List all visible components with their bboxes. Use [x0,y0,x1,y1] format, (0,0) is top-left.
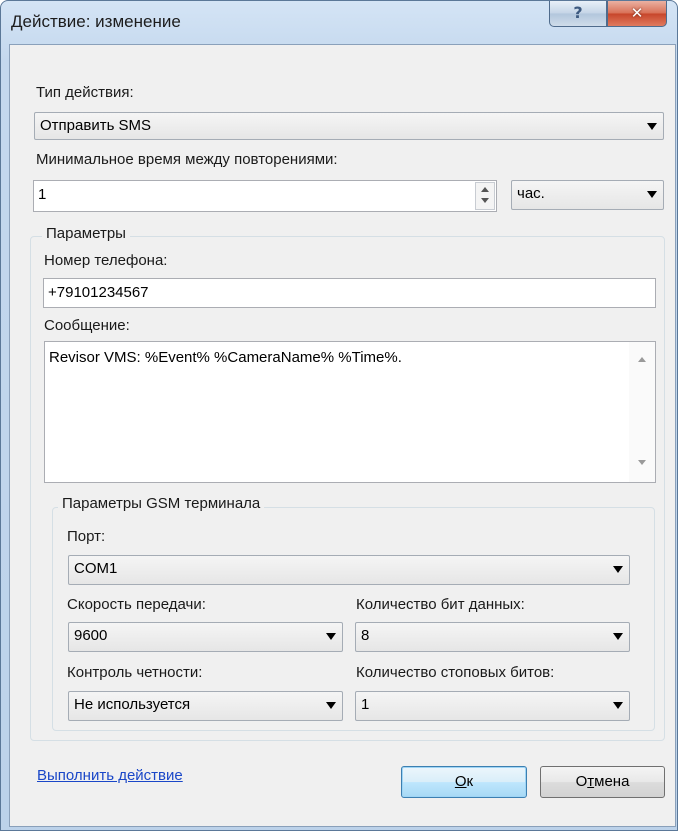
scroll-down-icon[interactable] [638,460,646,465]
parity-value: Не используется [74,696,191,713]
chevron-down-icon [647,191,657,198]
interval-unit-select[interactable]: час. [511,180,664,210]
chevron-down-icon [613,633,623,640]
ok-button[interactable]: Ок [401,766,527,798]
close-icon: ✕ [630,4,644,22]
spin-down-icon[interactable] [481,198,489,203]
interval-unit-value: час. [517,185,545,202]
parity-select[interactable]: Не используется [68,691,343,721]
data-bits-label: Количество бит данных: [356,596,525,613]
baud-label: Скорость передачи: [67,596,206,613]
port-label: Порт: [67,528,106,545]
baud-value: 9600 [74,627,108,644]
message-scrollbar[interactable] [629,342,655,482]
stop-bits-label: Количество стоповых битов: [356,664,555,681]
message-value: Revisor VMS: %Event% %CameraName% %Time%… [49,349,402,366]
chevron-down-icon [613,566,623,573]
baud-select[interactable]: 9600 [68,622,343,652]
title-bar[interactable]: Действие: изменение ? ✕ [1,1,677,45]
min-interval-input[interactable]: 1 [33,180,497,212]
chevron-down-icon [326,633,336,640]
port-select[interactable]: COM1 [68,555,630,585]
chevron-down-icon [647,123,657,130]
min-interval-spinner[interactable] [475,182,495,210]
message-label: Сообщение: [44,317,130,334]
params-legend: Параметры [42,225,130,242]
data-bits-select[interactable]: 8 [355,622,630,652]
min-interval-label: Минимальное время между повторениями: [36,151,338,168]
ok-label-mnemonic: О [454,773,467,790]
stop-bits-select[interactable]: 1 [355,691,630,721]
phone-label: Номер телефона: [44,252,168,269]
close-button[interactable]: ✕ [607,1,667,27]
window-title: Действие: изменение [11,12,181,31]
message-textarea[interactable]: Revisor VMS: %Event% %CameraName% %Time%… [44,341,656,483]
run-action-link[interactable]: Выполнить действие [37,767,183,784]
chevron-down-icon [326,702,336,709]
cancel-button[interactable]: Отмена [540,766,665,798]
stop-bits-value: 1 [361,696,370,713]
cancel-label-suffix: мена [594,773,630,790]
scroll-up-icon[interactable] [638,357,646,362]
help-icon: ? [573,3,583,22]
data-bits-value: 8 [361,627,370,644]
min-interval-value: 1 [38,186,47,203]
chevron-down-icon [613,702,623,709]
parity-label: Контроль четности: [67,664,203,681]
action-type-label: Тип действия: [36,84,134,101]
help-button[interactable]: ? [549,1,607,27]
ok-label-suffix: к [466,773,474,790]
gsm-legend: Параметры GSM терминала [58,495,265,512]
port-value: COM1 [74,560,118,577]
cancel-label-prefix: О [575,773,588,790]
action-type-select[interactable]: Отправить SMS [34,112,664,140]
action-type-value: Отправить SMS [40,117,152,134]
spin-up-icon[interactable] [481,187,489,192]
phone-input[interactable]: +79101234567 [43,278,656,308]
phone-value: +79101234567 [48,284,149,301]
